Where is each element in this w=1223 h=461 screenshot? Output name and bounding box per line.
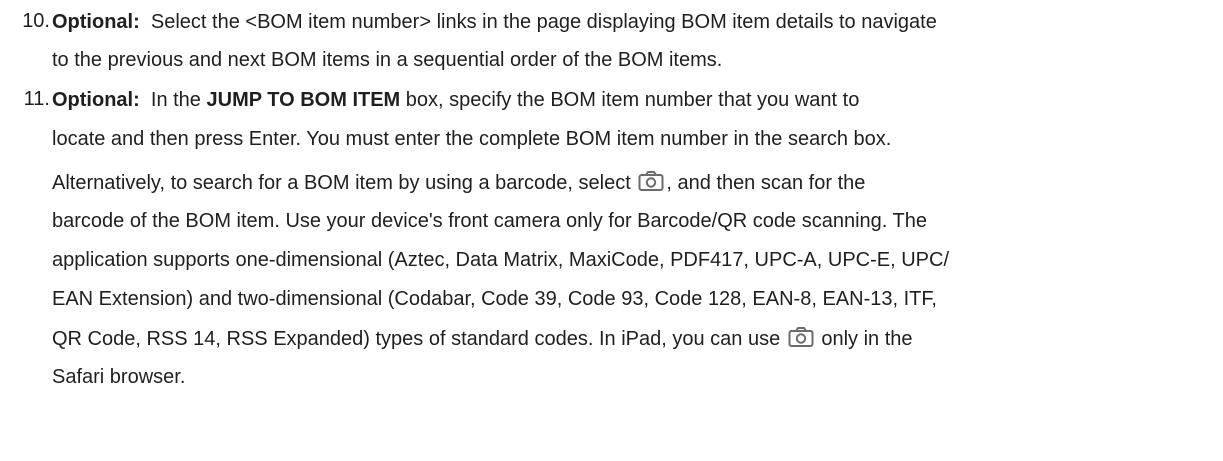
step-text: In the <box>150 89 201 111</box>
step-10-line-1: Optional: Select the <BOM item number> l… <box>52 10 937 34</box>
step-text: Alternatively, to search for a BOM item … <box>52 172 631 194</box>
step-11-line-2: locate and then press Enter. You must en… <box>52 127 891 151</box>
document-body: 10. Optional: Select the <BOM item numbe… <box>0 0 1223 461</box>
step-11-para-2-line-5: QR Code, RSS 14, RSS Expanded) types of … <box>52 326 913 351</box>
step-text: Select the <BOM item number> links in th… <box>150 11 937 33</box>
step-11-para-2-line-3: application supports one-dimensional (Az… <box>52 248 949 272</box>
step-text: barcode of the BOM item. Use your device… <box>52 210 927 232</box>
step-number: 10. <box>22 10 50 32</box>
step-10-line-2: to the previous and next BOM items in a … <box>52 48 722 72</box>
step-11-para-2-line-2: barcode of the BOM item. Use your device… <box>52 209 927 233</box>
optional-label: Optional: <box>52 89 140 111</box>
step-text: locate and then press Enter. You must en… <box>52 128 892 150</box>
step-11-para-2-line-4: EAN Extension) and two-dimensional (Coda… <box>52 287 937 311</box>
camera-icon[interactable] <box>788 326 814 348</box>
jump-to-bom-item-label: JUMP TO BOM ITEM <box>206 89 401 111</box>
step-11-para-2-line-6: Safari browser. <box>52 365 185 389</box>
optional-label: Optional: <box>52 11 140 33</box>
step-text: Safari browser. <box>52 366 186 388</box>
step-text: only in the <box>821 328 913 350</box>
step-11-line-1: Optional: In the JUMP TO BOM ITEM box, s… <box>52 88 859 112</box>
camera-icon[interactable] <box>638 170 664 192</box>
step-text: EAN Extension) and two-dimensional (Coda… <box>52 288 937 310</box>
step-text: to the previous and next BOM items in a … <box>52 49 723 71</box>
step-11-para-2-line-1: Alternatively, to search for a BOM item … <box>52 170 865 195</box>
step-number: 11. <box>23 88 50 110</box>
step-text: QR Code, RSS 14, RSS Expanded) types of … <box>52 328 781 350</box>
step-text: box, specify the BOM item number that yo… <box>405 89 860 111</box>
step-text: , and then scan for the <box>666 172 866 194</box>
step-text: application supports one-dimensional (Az… <box>52 249 950 271</box>
